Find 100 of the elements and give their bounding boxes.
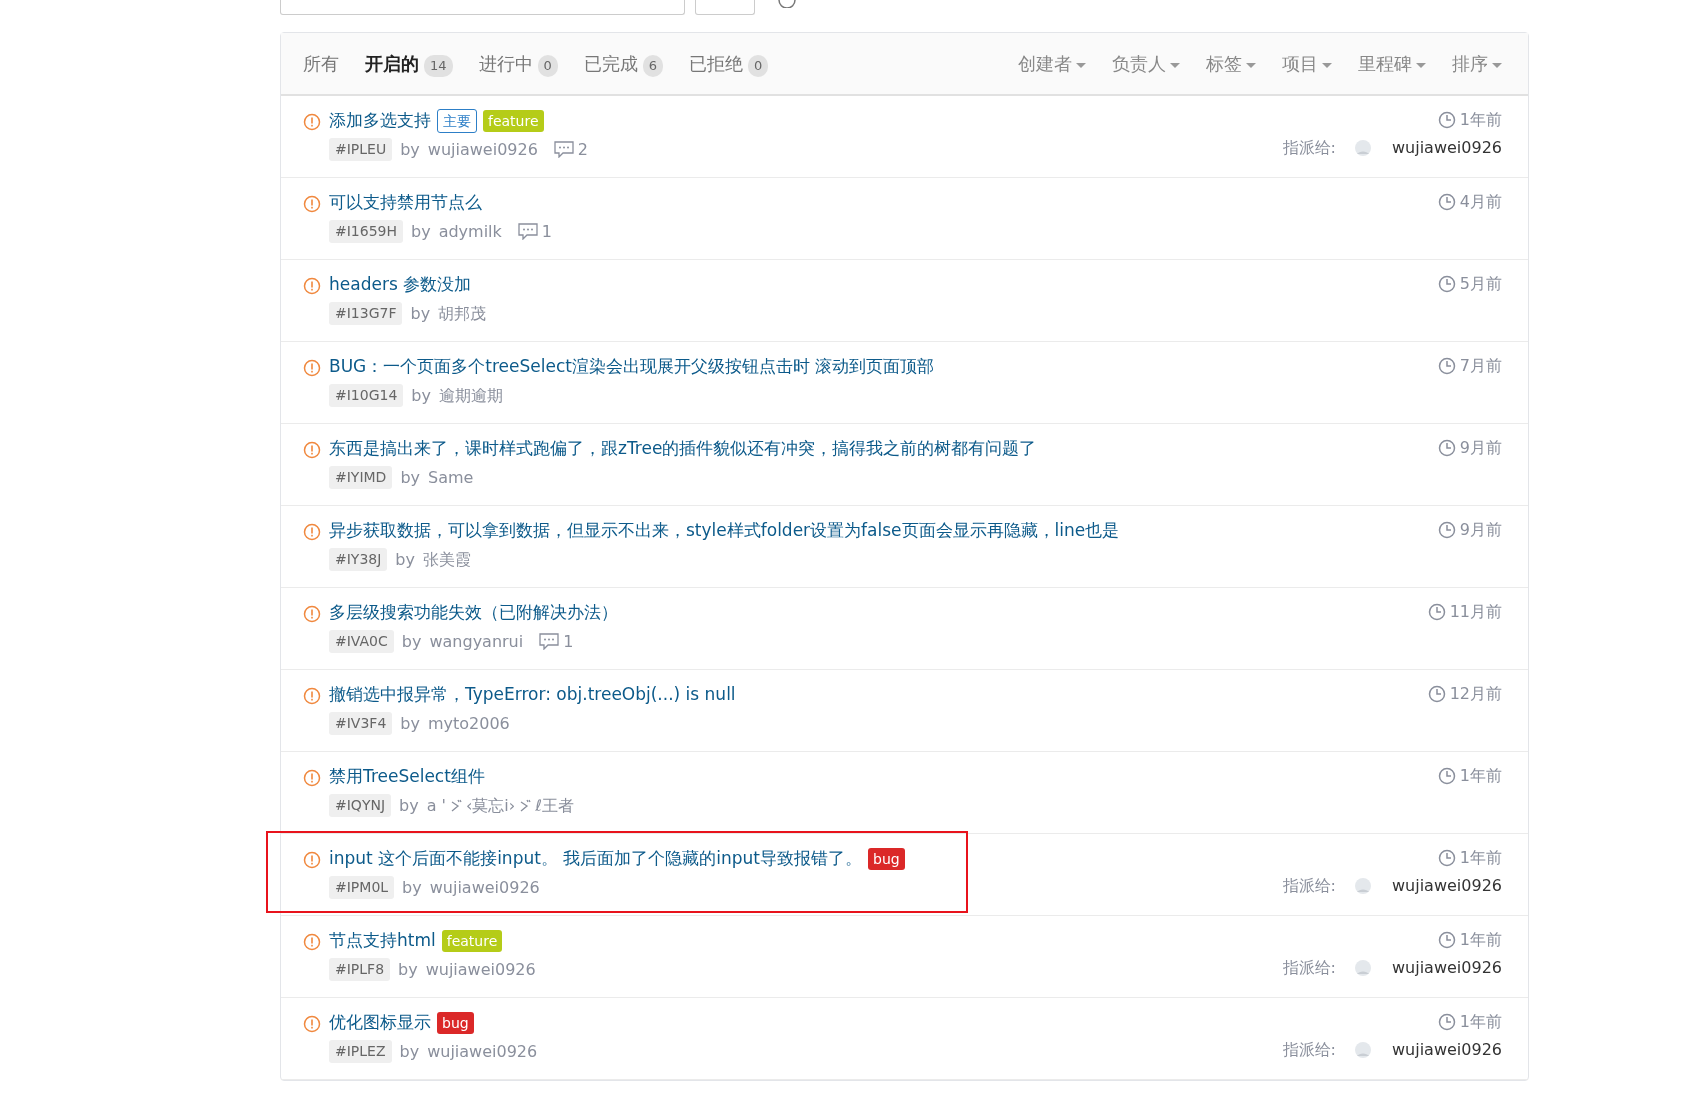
issue-label: bug (868, 847, 905, 870)
issue-title-link[interactable]: 多层级搜索功能失效（已附解决办法） (329, 600, 618, 626)
by-text: by (401, 630, 422, 653)
assignee-name: wujiawei0926 (1392, 875, 1502, 897)
search-button[interactable] (695, 0, 755, 15)
assignee-label: 指派给: (1282, 137, 1336, 159)
radio-icon[interactable] (777, 0, 797, 8)
clock-icon (1427, 685, 1446, 703)
issue-title-link[interactable]: 异步获取数据，可以拿到数据，但显示不出来，style样式folder设置为false页面会显示再隐藏，line也是 (329, 518, 1120, 544)
count-badge: 0 (748, 55, 769, 77)
issue-time: 1年前 (1459, 1011, 1502, 1033)
clock-icon (1437, 521, 1456, 539)
by-text: by (400, 466, 421, 489)
by-text: by (399, 794, 419, 817)
assignee-name: wujiawei0926 (1392, 957, 1502, 979)
clock-icon (1437, 439, 1456, 457)
issue-label: bug (437, 1011, 474, 1034)
user-avatar (1354, 959, 1372, 977)
issue-time: 1年前 (1459, 109, 1502, 131)
issue-label: 主要 (437, 108, 477, 133)
comment-count: 2 (577, 138, 589, 161)
by-text: by (400, 138, 420, 161)
issue-title-link[interactable]: BUG：一个页面多个treeSelect渲染会出现展开父级按钮点击时 滚动到页面顶部 (329, 354, 935, 380)
assignee-name: wujiawei0926 (1392, 137, 1502, 159)
filter-tab[interactable]: 已拒绝 0 (689, 50, 769, 77)
issue-id: #IQYNJ (329, 794, 392, 817)
author-text: adymilk (438, 220, 502, 243)
issue-time: 12月前 (1449, 683, 1502, 705)
issue-title-link[interactable]: 添加多选支持 (329, 108, 431, 134)
user-avatar (1354, 139, 1372, 157)
assignee-name: wujiawei0926 (1392, 1039, 1502, 1061)
clock-icon (1437, 849, 1456, 867)
issue-id: #IY38J (329, 548, 388, 571)
filter-dropdown[interactable]: 排序 (1452, 50, 1502, 77)
clock-icon (1437, 931, 1456, 949)
by-text: by (402, 876, 422, 899)
user-avatar (1354, 1041, 1372, 1059)
comment-count: 1 (563, 630, 574, 653)
author-text: wujiawei0926 (429, 876, 540, 899)
clock-icon (1427, 603, 1446, 621)
filter-tab[interactable]: 开启的 14 (365, 50, 453, 77)
count-badge: 6 (642, 55, 664, 77)
filter-tab[interactable]: 进行中 0 (478, 50, 558, 77)
assignee-label: 指派给: (1282, 957, 1336, 979)
clock-icon (1437, 193, 1456, 211)
by-text: by (411, 220, 431, 243)
by-text: by (410, 302, 431, 325)
issue-id: #IPM0L (329, 876, 395, 899)
squiggle-icon (519, 798, 532, 813)
user-avatar (1354, 877, 1372, 895)
issue-title-link[interactable]: 可以支持禁用节点么 (329, 190, 482, 216)
filter-dropdown[interactable]: 里程碑 (1358, 50, 1426, 77)
issue-icon (303, 277, 321, 295)
clock-icon (1437, 275, 1456, 293)
author-text: 胡邦茂 (438, 302, 487, 325)
clock-icon (1437, 767, 1456, 785)
author-text: myto2006 (427, 712, 510, 735)
by-text: by (399, 1040, 420, 1063)
issue-title-link[interactable]: 撤销选中报异常，TypeError: obj.treeObj(...) is null (329, 682, 736, 708)
issue-time: 9月前 (1459, 437, 1502, 459)
issue-title-link[interactable]: 禁用TreeSelect组件 (329, 764, 485, 790)
issue-icon (303, 359, 321, 377)
filter-tab[interactable]: 已完成 6 (583, 50, 664, 77)
comment-icon (553, 141, 574, 158)
squiggle-icon (449, 798, 462, 813)
author-text: a ' (426, 794, 446, 817)
filter-dropdown[interactable]: 项目 (1282, 50, 1332, 77)
author-text: Same (428, 466, 474, 489)
author-text: wujiawei0926 (427, 138, 538, 161)
search-field[interactable] (280, 0, 685, 15)
issue-id: #IPLEZ (329, 1040, 392, 1063)
clock-icon (1437, 357, 1456, 375)
issue-time: 1年前 (1459, 765, 1502, 787)
issue-time: 11月前 (1449, 601, 1502, 623)
issue-icon (303, 687, 321, 705)
issue-id: #IYIMD (329, 466, 393, 489)
issue-time: 5月前 (1459, 273, 1502, 295)
issue-id: #I10G14 (329, 384, 404, 407)
author-text: ‹莫忘i› (465, 794, 516, 817)
issue-label: feature (483, 109, 544, 132)
issue-title-link[interactable]: headers 参数没加 (329, 272, 472, 298)
issue-time: 7月前 (1459, 355, 1502, 377)
issue-title-link[interactable]: 节点支持html (329, 928, 436, 954)
by-text: by (395, 548, 415, 571)
author-text: wujiawei0926 (427, 1040, 538, 1063)
author-text: wangyanrui (429, 630, 524, 653)
filter-tab[interactable]: 所有 (303, 50, 339, 77)
by-text: by (411, 384, 431, 407)
issue-time: 1年前 (1459, 847, 1502, 869)
issue-title-link[interactable]: 东西是搞出来了，课时样式跑偏了，跟zTree的插件貌似还有冲突，搞得我之前的树都有问题了 (329, 436, 1037, 462)
issue-icon (303, 113, 321, 131)
issue-id: #IVA0C (329, 630, 394, 653)
issue-title-link[interactable]: 优化图标显示 (329, 1010, 431, 1036)
issue-title-link[interactable]: input 这个后面不能接input。 我后面加了个隐藏的input导致报错了。 (329, 846, 862, 872)
comment-icon (539, 633, 560, 650)
issue-icon (303, 851, 321, 869)
comment-icon (517, 223, 538, 240)
author-text: wujiawei0926 (425, 958, 536, 981)
issue-time: 9月前 (1459, 519, 1502, 541)
assignee-label: 指派给: (1282, 875, 1336, 897)
